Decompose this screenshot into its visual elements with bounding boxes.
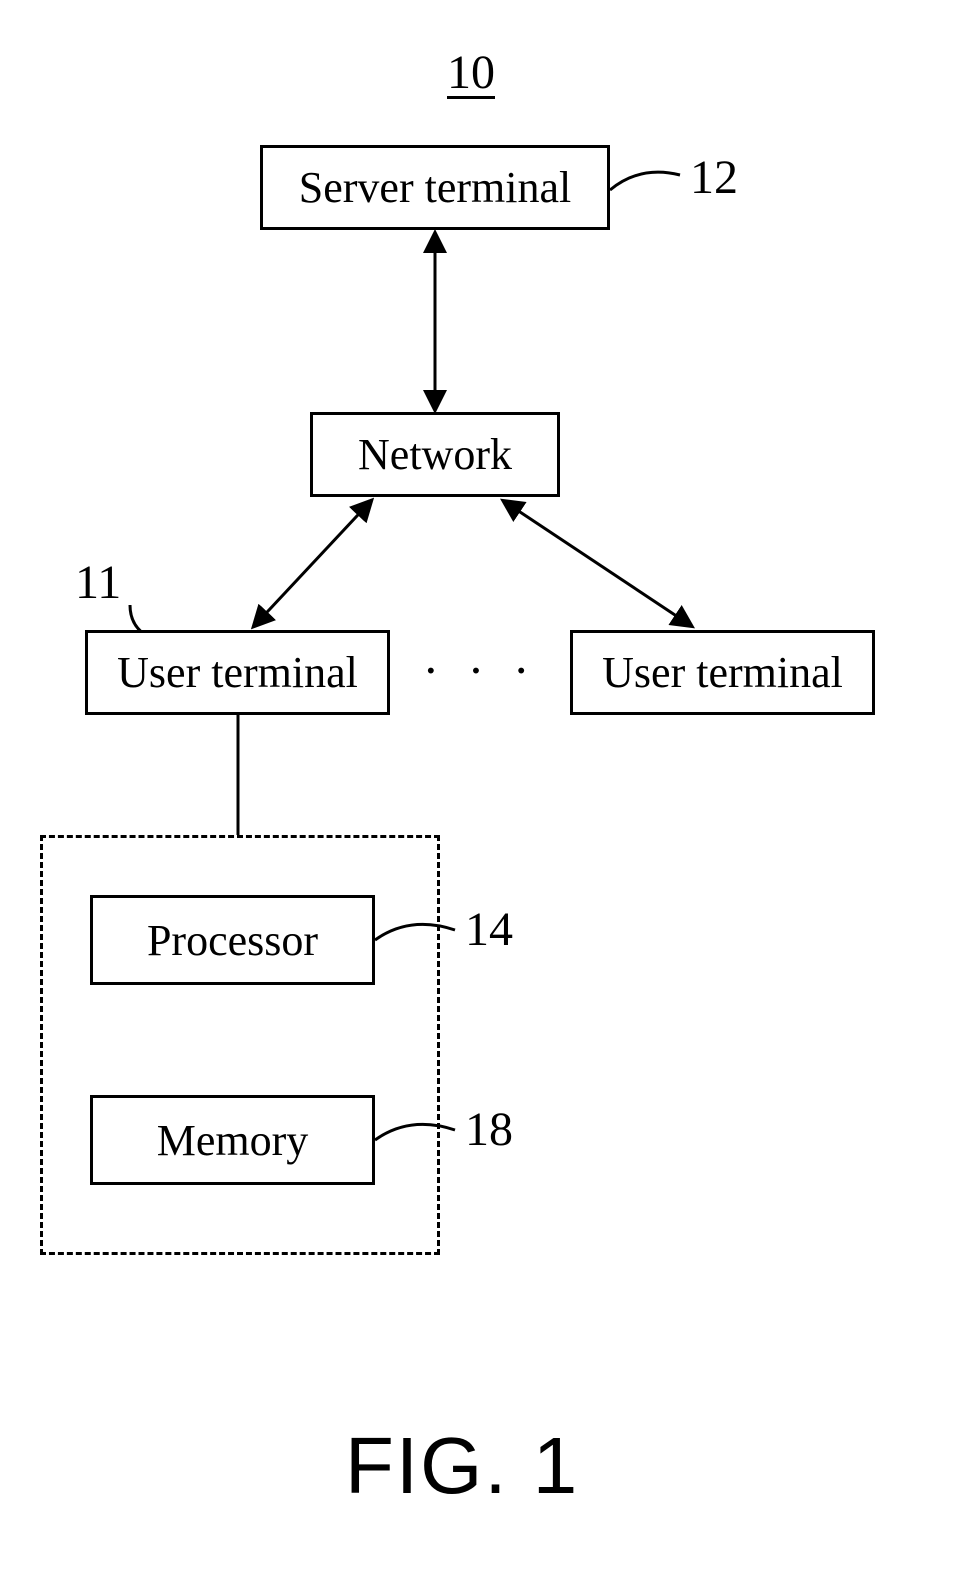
memory-ref-label: 18 <box>465 1102 513 1157</box>
leader-line-memory <box>0 0 953 1581</box>
diagram-canvas: 10 Server terminal 12 Network 11 <box>0 0 953 1581</box>
figure-caption: FIG. 1 <box>345 1420 579 1512</box>
